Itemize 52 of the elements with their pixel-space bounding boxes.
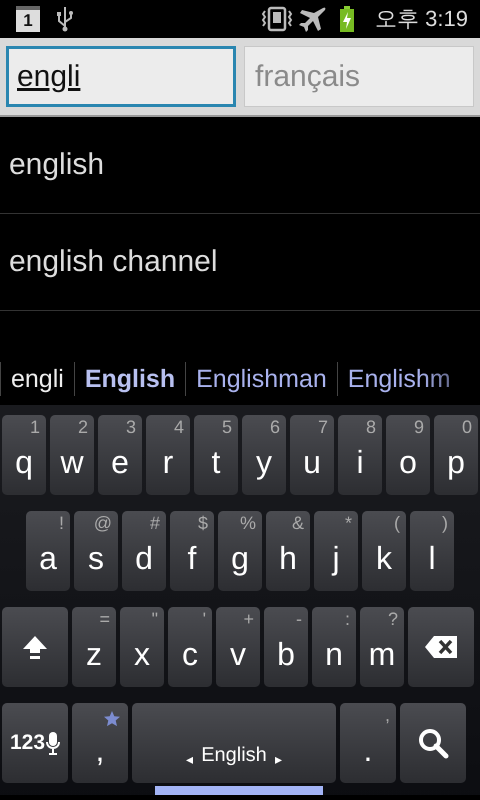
clock: 오후 3:19 <box>375 5 468 33</box>
key[interactable]: e 3 <box>98 415 142 495</box>
key[interactable]: j * <box>314 511 358 591</box>
key[interactable]: s @ <box>74 511 118 591</box>
symbols-key[interactable]: 123 <box>2 703 68 783</box>
key[interactable]: . , <box>340 703 396 783</box>
key[interactable]: u 7 <box>290 415 334 495</box>
airplane-icon <box>299 6 328 32</box>
search-key[interactable] <box>400 703 466 783</box>
key[interactable]: i 8 <box>338 415 382 495</box>
microphone-icon <box>46 731 60 755</box>
key[interactable]: o 9 <box>386 415 430 495</box>
target-field[interactable]: français <box>244 46 474 107</box>
vibrate-icon <box>261 6 294 32</box>
key[interactable]: q 1 <box>2 415 46 495</box>
key[interactable]: r 4 <box>146 415 190 495</box>
delete-key[interactable] <box>408 607 474 687</box>
result-item[interactable]: english channel <box>0 214 480 311</box>
key[interactable]: v + <box>216 607 260 687</box>
usb-icon <box>56 6 74 32</box>
suggestion[interactable]: engli <box>0 362 74 396</box>
key[interactable]: t 5 <box>194 415 238 495</box>
key[interactable]: z = <box>72 607 116 687</box>
source-field[interactable]: engli <box>6 46 236 107</box>
battery-charging-icon <box>339 6 356 32</box>
suggestion[interactable]: Englishman <box>185 362 337 396</box>
key[interactable]: , <box>72 703 128 783</box>
backspace-icon <box>424 635 458 659</box>
key[interactable]: x " <box>120 607 164 687</box>
result-item[interactable]: english <box>0 117 480 214</box>
key[interactable]: y 6 <box>242 415 286 495</box>
search-icon <box>417 727 449 759</box>
key[interactable]: d # <box>122 511 166 591</box>
key[interactable]: h & <box>266 511 310 591</box>
key[interactable]: m ? <box>360 607 404 687</box>
key[interactable]: b - <box>264 607 308 687</box>
space-key[interactable]: ◂ English ▸ <box>132 703 336 783</box>
key[interactable]: p 0 <box>434 415 478 495</box>
notification-badge: 1 <box>16 6 40 32</box>
shift-icon <box>21 634 49 660</box>
shift-key[interactable] <box>2 607 68 687</box>
key[interactable]: l ) <box>410 511 454 591</box>
suggestion[interactable]: Englishm <box>336 362 461 396</box>
key[interactable]: n : <box>312 607 356 687</box>
key[interactable]: w 2 <box>50 415 94 495</box>
key[interactable]: k ( <box>362 511 406 591</box>
star-icon <box>104 711 120 727</box>
key[interactable]: g % <box>218 511 262 591</box>
suggestion[interactable]: English <box>74 362 186 396</box>
key[interactable]: f $ <box>170 511 214 591</box>
key[interactable]: a ! <box>26 511 70 591</box>
key[interactable]: c ' <box>168 607 212 687</box>
